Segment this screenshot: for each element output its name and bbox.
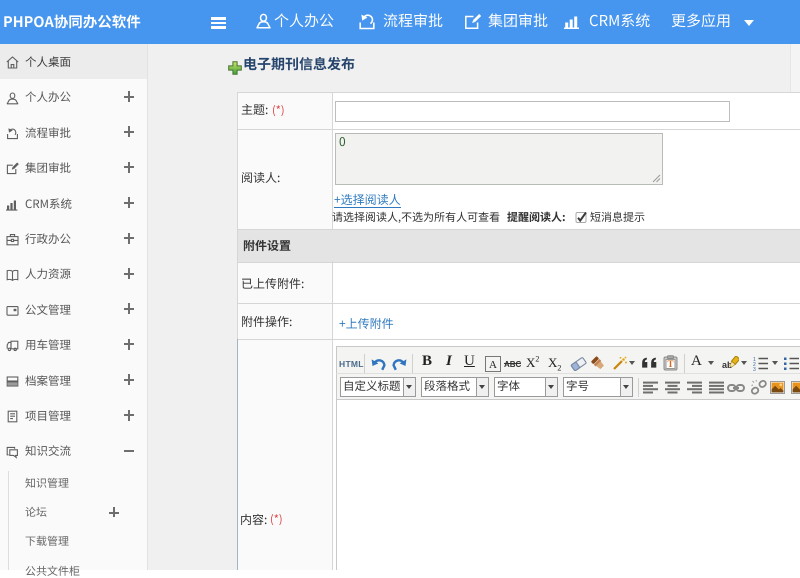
svg-text:A: A (489, 359, 497, 371)
svg-text:ABC: ABC (504, 360, 522, 369)
svg-text:3: 3 (753, 367, 756, 371)
svg-text:T: T (667, 359, 673, 369)
